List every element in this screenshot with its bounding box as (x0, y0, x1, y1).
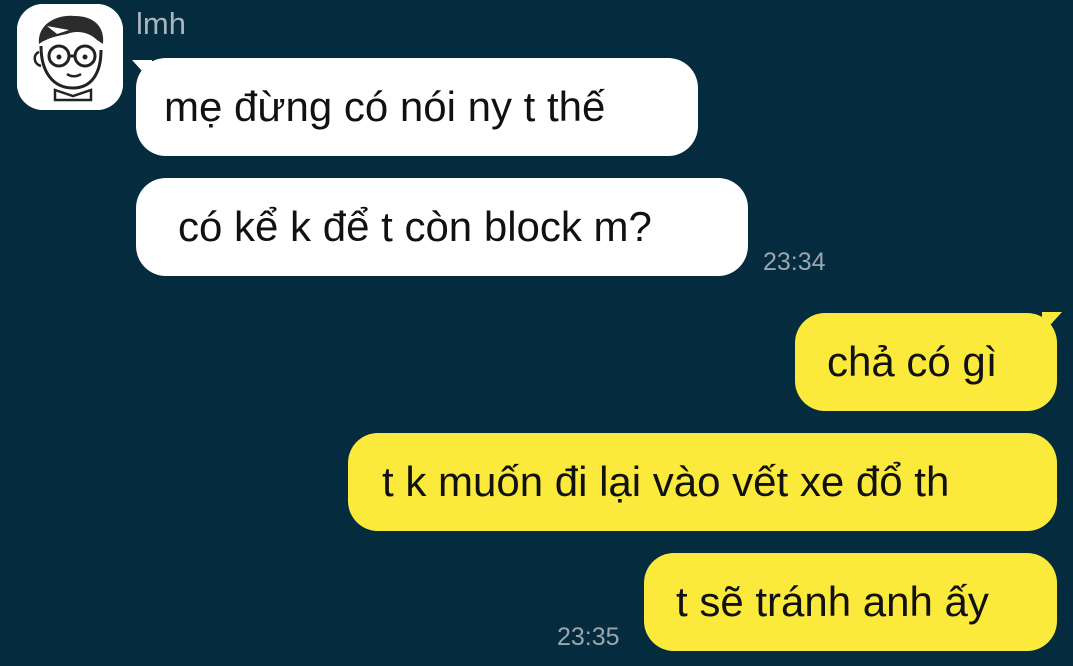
sender-name: lmh (136, 6, 186, 41)
message-text: có kể k để t còn block m? (178, 203, 652, 250)
message-text: chả có gì (827, 338, 998, 385)
incoming-timestamp: 23:34 (763, 248, 826, 276)
incoming-message-bubble[interactable]: mẹ đừng có nói ny t thế (136, 58, 698, 156)
cartoon-face-with-glasses-avatar-icon (17, 4, 123, 110)
message-text: mẹ đừng có nói ny t thế (164, 83, 606, 130)
incoming-message-bubble[interactable]: có kể k để t còn block m? (136, 178, 748, 276)
message-text: t k muốn đi lại vào vết xe đổ th (382, 458, 950, 505)
outgoing-message-bubble[interactable]: t sẽ tránh anh ấy (644, 553, 1057, 651)
sender-avatar[interactable] (17, 4, 123, 110)
outgoing-message-bubble[interactable]: chả có gì (795, 313, 1057, 411)
outgoing-message-bubble[interactable]: t k muốn đi lại vào vết xe đổ th (348, 433, 1057, 531)
outgoing-timestamp: 23:35 (557, 623, 620, 651)
message-text: t sẽ tránh anh ấy (676, 578, 989, 625)
